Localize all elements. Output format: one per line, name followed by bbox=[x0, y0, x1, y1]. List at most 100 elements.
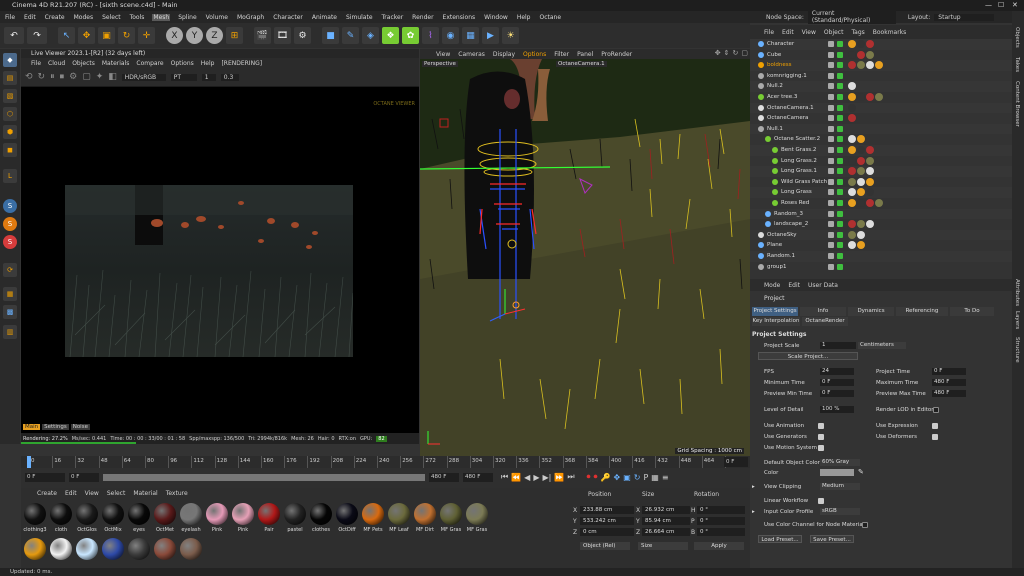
visibility-dot[interactable] bbox=[828, 200, 834, 206]
enable-check[interactable] bbox=[837, 189, 843, 196]
use-generators-checkbox[interactable] bbox=[818, 434, 824, 440]
snap-icon[interactable]: S bbox=[3, 199, 17, 213]
om-menu-bookmarks[interactable]: Bookmarks bbox=[873, 29, 907, 36]
linear-workflow-checkbox[interactable] bbox=[818, 498, 824, 504]
object-tag-icon[interactable] bbox=[857, 40, 865, 48]
z-axis-icon[interactable]: Z bbox=[206, 27, 223, 44]
material-swatch[interactable] bbox=[284, 503, 306, 525]
material-swatch[interactable] bbox=[154, 538, 176, 560]
menu-tracker[interactable]: Tracker bbox=[381, 14, 405, 21]
menu-help[interactable]: Help bbox=[516, 14, 532, 21]
object-tag-icon[interactable] bbox=[848, 188, 856, 197]
preview-min-field[interactable]: 0 F bbox=[820, 390, 854, 397]
enable-check[interactable] bbox=[837, 210, 843, 217]
material-swatch[interactable] bbox=[362, 503, 384, 525]
object-row[interactable]: Random_3 bbox=[750, 208, 1012, 220]
om-menu-view[interactable]: View bbox=[802, 29, 816, 36]
size-x-field[interactable]: 26.932 cm bbox=[642, 506, 690, 514]
menu-character[interactable]: Character bbox=[272, 14, 304, 21]
rotation-p-field[interactable]: 0 ° bbox=[697, 517, 745, 525]
visibility-dot[interactable] bbox=[828, 125, 834, 132]
object-name[interactable]: Long Grass.2 bbox=[781, 156, 817, 167]
object-tag-icon[interactable] bbox=[857, 199, 865, 207]
menu-select[interactable]: Select bbox=[101, 14, 122, 21]
menu-animate[interactable]: Animate bbox=[311, 14, 338, 21]
visibility-dot[interactable] bbox=[828, 104, 834, 111]
enable-check[interactable] bbox=[837, 115, 843, 122]
material-swatch[interactable] bbox=[440, 503, 462, 525]
project-time-field[interactable]: 0 F bbox=[932, 368, 966, 375]
material-menu-material[interactable]: Material bbox=[133, 490, 157, 497]
value-field-2[interactable]: 0.3 bbox=[220, 73, 239, 81]
lv-menu-item[interactable]: Options bbox=[171, 60, 194, 67]
use-deformers-checkbox[interactable] bbox=[932, 434, 938, 440]
keyframe-selection-icon[interactable]: 🔑 bbox=[601, 473, 611, 482]
object-row[interactable]: Random.1 bbox=[750, 251, 1012, 262]
object-tag-icon[interactable] bbox=[848, 40, 856, 48]
object-row[interactable]: boldness bbox=[750, 60, 1012, 71]
side-tab-structure[interactable]: Structure bbox=[1014, 337, 1020, 363]
object-name[interactable]: Character bbox=[767, 39, 794, 50]
enable-check[interactable] bbox=[837, 41, 843, 47]
use-animation-checkbox[interactable] bbox=[818, 423, 824, 429]
menu-window[interactable]: Window bbox=[483, 14, 509, 21]
object-tag-icon[interactable] bbox=[857, 61, 865, 70]
visibility-dot[interactable] bbox=[828, 178, 834, 185]
position-x-field[interactable]: 233.88 cm bbox=[580, 506, 634, 514]
minimize-icon[interactable]: — bbox=[985, 0, 992, 11]
object-tag-icon[interactable] bbox=[857, 167, 865, 176]
timeline-playhead[interactable] bbox=[27, 456, 31, 468]
goto-end-icon[interactable]: ⏭ bbox=[567, 472, 574, 482]
object-row[interactable]: Cube bbox=[750, 50, 1012, 61]
object-name[interactable]: group1 bbox=[767, 262, 786, 273]
om-menu-object[interactable]: Object bbox=[824, 29, 844, 36]
visibility-dot[interactable] bbox=[828, 157, 834, 164]
visibility-dot[interactable] bbox=[828, 168, 834, 175]
object-row[interactable]: landscape_2 bbox=[750, 219, 1012, 230]
object-tag-icon[interactable] bbox=[866, 156, 874, 165]
enable-check[interactable] bbox=[837, 263, 843, 270]
object-tag-icon[interactable] bbox=[857, 230, 865, 239]
layout-select[interactable]: Startup bbox=[934, 13, 995, 21]
visibility-dot[interactable] bbox=[828, 115, 834, 122]
lv-menu-item[interactable]: Objects bbox=[72, 60, 95, 67]
deformer-icon[interactable]: ⌇ bbox=[422, 27, 439, 44]
visibility-dot[interactable] bbox=[828, 147, 834, 153]
scale-unit-select[interactable]: Centimeters bbox=[858, 342, 906, 349]
object-name[interactable]: OctaneCamera bbox=[767, 113, 808, 124]
material-swatch[interactable] bbox=[76, 503, 98, 525]
use-motion-checkbox[interactable] bbox=[818, 445, 824, 451]
material-menu-view[interactable]: View bbox=[85, 490, 99, 497]
object-name[interactable]: Wild Grass Patch bbox=[781, 177, 827, 188]
object-tag-icon[interactable] bbox=[848, 61, 856, 70]
enable-check[interactable] bbox=[837, 168, 843, 175]
region-render-icon[interactable]: ▢ bbox=[82, 72, 91, 82]
lv-menu-item[interactable]: File bbox=[31, 60, 41, 67]
object-tag-icon[interactable] bbox=[857, 188, 865, 197]
object-row[interactable]: Null.2 bbox=[750, 81, 1012, 92]
input-profile-select[interactable]: sRGB bbox=[820, 508, 860, 515]
menu-extensions[interactable]: Extensions bbox=[442, 14, 477, 21]
object-tag-icon[interactable] bbox=[866, 220, 874, 229]
rotation-b-field[interactable]: 0 ° bbox=[697, 528, 745, 536]
zoom-icon[interactable]: ⇕ bbox=[724, 49, 730, 57]
visibility-dot[interactable] bbox=[828, 136, 834, 143]
lod-field[interactable]: 100 % bbox=[820, 406, 854, 413]
object-tag-icon[interactable] bbox=[848, 82, 856, 91]
menu-octane[interactable]: Octane bbox=[539, 14, 563, 21]
object-tag-icon[interactable] bbox=[875, 93, 883, 101]
object-name[interactable]: Bent Grass.2 bbox=[781, 145, 816, 156]
material-swatch[interactable] bbox=[388, 503, 410, 525]
object-name[interactable]: Random_3 bbox=[774, 209, 803, 220]
viewport-menu-options[interactable]: Options bbox=[523, 51, 546, 58]
visibility-dot[interactable] bbox=[828, 221, 834, 228]
snap-workplane-icon[interactable]: S bbox=[3, 235, 17, 249]
enable-check[interactable] bbox=[837, 231, 843, 238]
enable-check[interactable] bbox=[837, 178, 843, 185]
object-row[interactable]: Acer tree.3 bbox=[750, 92, 1012, 103]
object-tag-icon[interactable] bbox=[866, 199, 874, 207]
rotate-icon[interactable]: ↻ bbox=[118, 27, 135, 44]
object-name[interactable]: OctaneCamera.1 bbox=[767, 103, 814, 114]
floor-icon[interactable]: ▦ bbox=[462, 27, 479, 44]
enable-check[interactable] bbox=[837, 125, 843, 132]
